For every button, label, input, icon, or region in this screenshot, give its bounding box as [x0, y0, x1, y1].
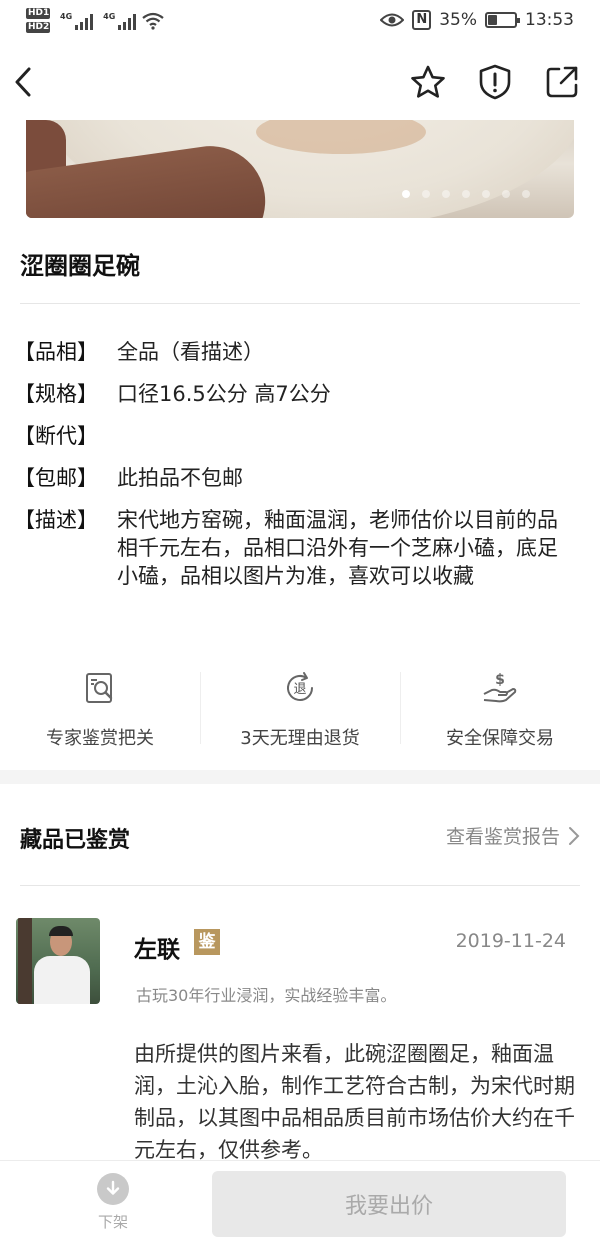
view-report-link[interactable]: 查看鉴赏报告 [446, 822, 580, 849]
appraisal-date: 2019-11-24 [455, 930, 566, 952]
attribute-list: 【品相】 全品（看描述） 【规格】 口径16.5公分 高7公分 【断代】 【包邮… [14, 338, 586, 604]
report-button[interactable] [474, 61, 516, 103]
guarantee-label: 专家鉴赏把关 [46, 728, 154, 749]
attribute-row: 【描述】 宋代地方窑碗，釉面温润，老师估价以目前的品相千元左右，品相口沿外有一个… [14, 506, 586, 590]
attribute-key: 【包邮】 [14, 466, 98, 490]
wifi-icon [142, 12, 164, 30]
guarantee-label: 安全保障交易 [446, 728, 554, 749]
shield-exclamation-icon [479, 64, 511, 100]
item-title: 涩圈圈足碗 [20, 252, 140, 280]
back-button[interactable] [2, 61, 44, 103]
attribute-key: 【品相】 [14, 340, 98, 364]
signal-icon: 4G [60, 11, 94, 30]
hand-dollar-icon: $ [483, 672, 517, 703]
share-button[interactable] [541, 61, 583, 103]
section-separator [0, 770, 600, 784]
attribute-row: 【品相】 全品（看描述） [14, 338, 586, 366]
attribute-value: 口径16.5公分 高7公分 [117, 382, 331, 406]
refund-icon-text: 退 [293, 682, 306, 697]
bid-button[interactable]: 我要出价 [212, 1171, 566, 1237]
appraiser-badge: 鉴 [194, 929, 220, 955]
nav-bar [0, 48, 600, 118]
hd2-label: HD2 [26, 22, 50, 33]
delist-button[interactable]: 下架 [78, 1173, 148, 1232]
attribute-key: 【规格】 [14, 382, 98, 406]
hd-volte-icon: HD1 HD2 [26, 8, 50, 33]
magnifier-document-icon [86, 673, 113, 703]
guarantee-secure[interactable]: $ 安全保障交易 [400, 664, 600, 754]
guarantee-expert[interactable]: 专家鉴赏把关 [0, 664, 200, 754]
carousel-dot[interactable] [402, 190, 410, 198]
signal-icon-2: 4G [103, 11, 137, 30]
appraisal-text: 由所提供的图片来看，此碗涩圈圈足，釉面温润，土沁入胎，制作工艺符合古制，为宋代时… [134, 1042, 575, 1162]
share-icon [546, 66, 578, 98]
expert-description: 古玩30年行业浸润，实战经验丰富。 [136, 986, 397, 1005]
guarantee-refund[interactable]: 退 3天无理由退货 [200, 664, 400, 754]
attribute-key: 【断代】 [14, 424, 98, 448]
attribute-value: 此拍品不包邮 [117, 466, 243, 490]
guarantee-bar: 专家鉴赏把关 退 3天无理由退货 $ 安全保障交易 [0, 664, 600, 754]
attribute-value [117, 422, 586, 450]
status-bar: HD1 HD2 4G 4G N 35% 13:53 [0, 0, 600, 44]
star-icon [411, 65, 445, 98]
chevron-right-icon [569, 826, 580, 845]
carousel-dot[interactable] [422, 190, 430, 198]
attribute-row: 【断代】 [14, 422, 586, 450]
carousel-dots [402, 190, 530, 198]
attribute-key: 【描述】 [14, 508, 98, 532]
carousel-dot[interactable] [462, 190, 470, 198]
favorite-button[interactable] [407, 61, 449, 103]
attribute-value: 宋代地方窑碗，釉面温润，老师估价以目前的品相千元左右，品相口沿外有一个芝麻小磕，… [117, 508, 558, 588]
attribute-row: 【包邮】 此拍品不包邮 [14, 464, 586, 492]
view-report-label: 查看鉴赏报告 [445, 826, 560, 848]
network-type-label-2: 4G [103, 11, 116, 21]
divider [20, 303, 580, 304]
hd1-label: HD1 [26, 8, 50, 19]
refund-icon: 退 [287, 672, 313, 701]
download-circle-icon [97, 1173, 129, 1205]
battery-icon [485, 12, 520, 28]
carousel-dot[interactable] [502, 190, 510, 198]
battery-percent: 35% [439, 10, 477, 30]
network-type-label: 4G [60, 11, 73, 21]
eye-comfort-icon [380, 13, 405, 27]
divider [20, 885, 580, 886]
carousel-dot[interactable] [522, 190, 530, 198]
carousel-dot[interactable] [482, 190, 490, 198]
guarantee-label: 3天无理由退货 [240, 728, 360, 749]
attribute-row: 【规格】 口径16.5公分 高7公分 [14, 380, 586, 408]
bottom-action-bar: 下架 我要出价 [0, 1160, 600, 1244]
appraisal-section-title: 藏品已鉴赏 [20, 828, 131, 853]
image-carousel[interactable] [26, 120, 574, 218]
expert-avatar[interactable] [16, 918, 100, 1004]
attribute-value: 全品（看描述） [117, 340, 264, 364]
delist-label: 下架 [97, 1213, 128, 1231]
chevron-left-icon [15, 67, 31, 97]
clock: 13:53 [525, 10, 574, 30]
svg-text:$: $ [495, 672, 505, 688]
expert-name[interactable]: 左联 [134, 930, 180, 964]
nfc-icon: N [412, 10, 432, 30]
carousel-dot[interactable] [442, 190, 450, 198]
